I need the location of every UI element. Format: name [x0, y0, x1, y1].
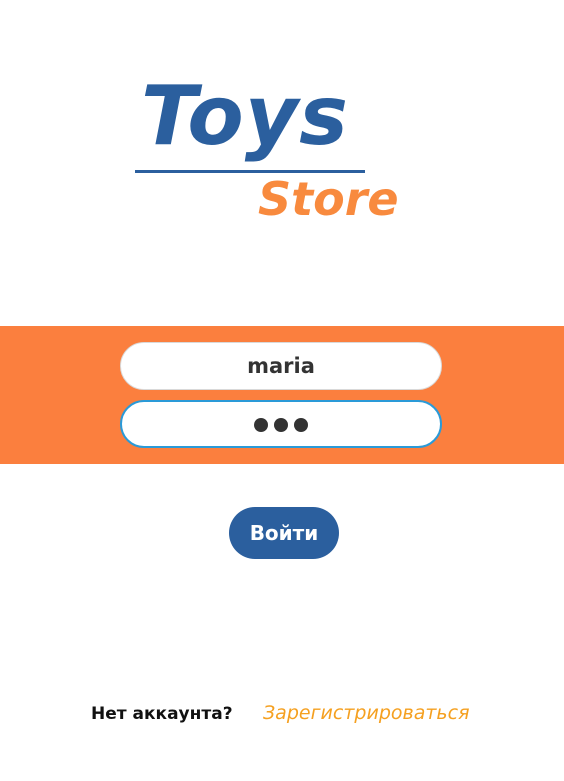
login-button[interactable]: Войти [229, 507, 339, 559]
password-dot [274, 418, 288, 432]
register-footer: Нет аккаунта? Зарегистрироваться [0, 700, 564, 730]
store-logo: Toys Store [0, 0, 564, 260]
logo-store-text: Store [258, 172, 399, 226]
password-input[interactable] [120, 400, 442, 448]
logo-toys-text: Toys [141, 69, 349, 164]
password-dot [294, 418, 308, 432]
register-link[interactable]: Зарегистрироваться [263, 702, 470, 724]
password-dot [254, 418, 268, 432]
login-input-value: maria [247, 354, 315, 378]
no-account-label: Нет аккаунта? [91, 704, 233, 724]
login-input[interactable]: maria [120, 342, 442, 390]
password-mask [251, 410, 311, 438]
